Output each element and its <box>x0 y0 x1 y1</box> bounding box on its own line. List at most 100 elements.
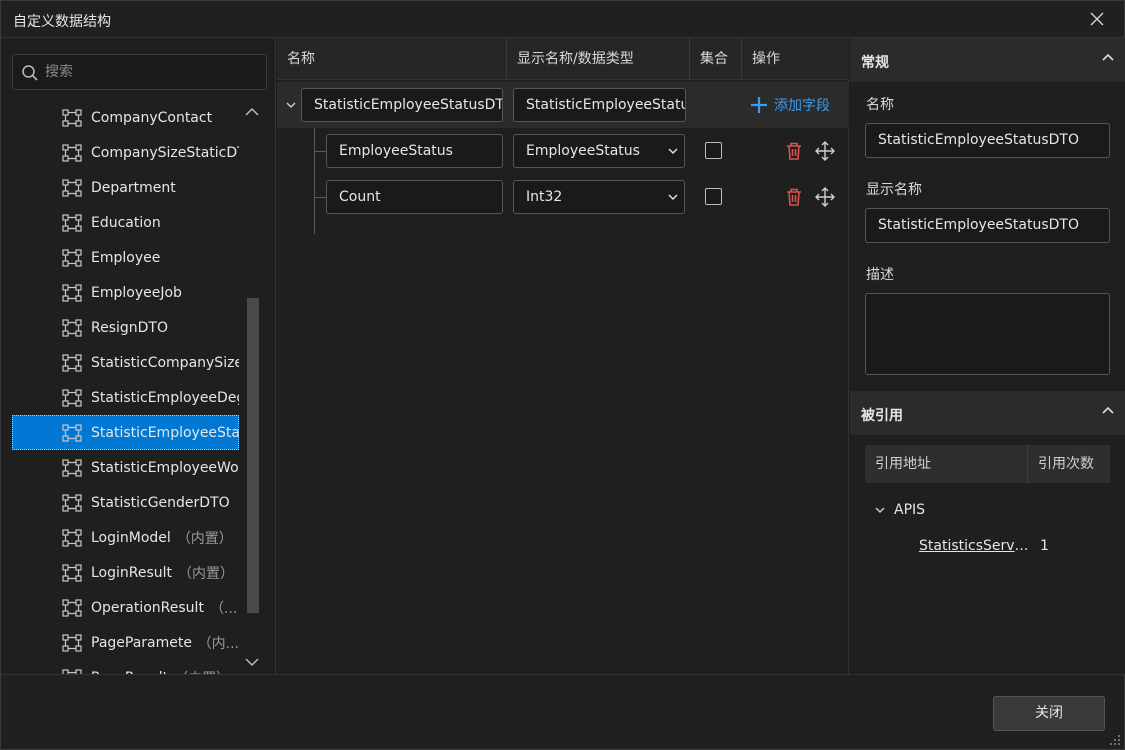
tree-connector <box>314 151 326 152</box>
tree-item[interactable]: StatisticGenderDTO <box>12 485 239 520</box>
column-header-count: 引用次数 <box>1038 456 1094 472</box>
tree-item-label: StatisticGenderDTO <box>91 494 230 511</box>
column-header-collection: 集合 <box>690 38 742 80</box>
tree-item[interactable]: Education <box>12 205 239 240</box>
add-field-button[interactable]: 添加字段 <box>750 94 830 116</box>
references-section-title: 被引用 <box>861 408 903 424</box>
data-structure-icon <box>62 493 82 512</box>
data-structure-icon <box>62 563 82 582</box>
parent-row: StatisticEmployeeStatusDTO StatisticEmpl… <box>277 82 849 128</box>
collection-checkbox[interactable] <box>705 142 722 159</box>
data-structure-icon <box>62 598 82 617</box>
tree-item[interactable]: PageParameter （内... <box>12 625 239 660</box>
search-icon <box>22 65 38 81</box>
data-structure-icon <box>62 633 82 652</box>
chevron-up-icon[interactable] <box>244 105 260 119</box>
field-type-value: EmployeeStatus <box>526 143 640 159</box>
general-section-header[interactable]: 常规 <box>850 38 1125 82</box>
data-structure-icon <box>62 423 82 442</box>
move-icon[interactable] <box>815 187 835 207</box>
close-button[interactable]: 关闭 <box>993 696 1105 731</box>
name-input[interactable]: StatisticEmployeeStatusDTO <box>865 123 1110 158</box>
resize-grip-icon[interactable] <box>1109 734 1121 746</box>
search-input[interactable] <box>45 55 260 89</box>
tree-item[interactable]: CompanyContact <box>12 100 239 135</box>
references-table-header: 引用地址 引用次数 <box>865 445 1110 483</box>
column-header-actions: 操作 <box>752 51 780 67</box>
move-icon[interactable] <box>815 141 835 161</box>
type-tree-list: CompanyContact CompanySizeStaticDTO Depart… <box>12 100 239 674</box>
tree-item[interactable]: StatisticEmployeeStatusDTO <box>12 415 239 450</box>
tree-item[interactable]: CompanySizeStaticDTO <box>12 135 239 170</box>
field-type-select[interactable]: Int32 <box>513 180 685 214</box>
parent-name-input[interactable]: StatisticEmployeeStatusDTO <box>301 88 503 122</box>
field-type-select[interactable]: EmployeeStatus <box>513 134 685 168</box>
tree-item-label: CompanySizeStaticDTO <box>91 144 239 161</box>
close-icon[interactable] <box>1088 10 1106 28</box>
chevron-down-icon[interactable] <box>285 99 297 111</box>
display-name-input[interactable]: StatisticEmployeeStatusDTO <box>865 208 1110 243</box>
trash-icon[interactable] <box>785 187 803 207</box>
tree-item[interactable]: EmployeeJob <box>12 275 239 310</box>
chevron-down-icon <box>668 194 678 201</box>
field-type-value: Int32 <box>526 189 563 205</box>
tree-item-label: StatisticCompanySizeDTO <box>91 354 239 371</box>
data-structure-icon <box>62 318 82 337</box>
reference-address-link[interactable]: StatisticsService.GetEmployeeStatus <box>919 538 1029 554</box>
add-field-label: 添加字段 <box>774 98 830 114</box>
tree-item[interactable]: LoginModel （内置） <box>12 520 239 555</box>
column-header-name: 名称 <box>277 38 507 80</box>
data-structure-icon <box>62 108 82 127</box>
chevron-up-icon[interactable] <box>1101 52 1115 62</box>
tree-connector <box>314 128 315 234</box>
chevron-down-icon[interactable] <box>244 655 260 669</box>
tree-item-label: Department <box>91 179 176 196</box>
tree-item-label: OperationResult <box>91 599 204 616</box>
data-structure-icon <box>62 248 82 267</box>
tree-item[interactable]: Department <box>12 170 239 205</box>
tree-item[interactable]: LoginResult （内置） <box>12 555 239 590</box>
tree-item-label: Employee <box>91 249 161 266</box>
dialog-footer: 关闭 <box>1 674 1124 749</box>
chevron-down-icon <box>875 507 885 514</box>
data-structure-icon <box>62 458 82 477</box>
tree-item[interactable]: StatisticCompanySizeDTO <box>12 345 239 380</box>
field-name-input[interactable]: Count <box>326 180 503 214</box>
data-structure-icon <box>62 178 82 197</box>
field-editor-panel: 名称 显示名称/数据类型 集合 操作 StatisticEmployeeStat… <box>277 38 849 674</box>
column-header-display-type: 显示名称/数据类型 <box>507 38 690 80</box>
tree-item[interactable]: OperationResult （... <box>12 590 239 625</box>
scrollbar-thumb[interactable] <box>247 298 259 613</box>
data-structure-icon <box>62 213 82 232</box>
tree-item-label: ResignDTO <box>91 319 169 336</box>
tree-item-label: Education <box>91 214 161 231</box>
tree-item[interactable]: StatisticEmployeeWorkDTO <box>12 450 239 485</box>
tree-item[interactable]: PageResult（内置） <box>12 660 239 674</box>
tree-item[interactable]: StatisticEmployeeDegreeDTO <box>12 380 239 415</box>
reference-group[interactable]: APIS <box>874 502 925 518</box>
data-structure-icon <box>62 353 82 372</box>
tree-item[interactable]: ResignDTO <box>12 310 239 345</box>
tree-item-suffix: （... <box>209 600 238 617</box>
tree-item[interactable]: Employee <box>12 240 239 275</box>
title-bar: 自定义数据结构 <box>1 1 1124 38</box>
general-section-title: 常规 <box>861 55 889 71</box>
name-label: 名称 <box>866 97 894 113</box>
chevron-up-icon[interactable] <box>1101 405 1115 415</box>
tree-item-label: EmployeeJob <box>91 284 182 301</box>
references-section-header[interactable]: 被引用 <box>850 391 1125 435</box>
trash-icon[interactable] <box>785 141 803 161</box>
tree-item-label: PageParameter <box>91 634 192 651</box>
tree-item-label: StatisticEmployeeDegreeDTO <box>91 389 239 406</box>
tree-item-suffix: （内置） <box>176 530 233 547</box>
description-textarea[interactable] <box>865 293 1110 375</box>
parent-display-input[interactable]: StatisticEmployeeStatusDTO <box>513 88 686 122</box>
properties-panel: 常规 名称 StatisticEmployeeStatusDTO 显示名称 St… <box>850 38 1125 674</box>
tree-item-label: StatisticEmployeeStatusDTO <box>91 424 239 441</box>
column-header-address: 引用地址 <box>865 445 1028 483</box>
collection-checkbox[interactable] <box>705 188 722 205</box>
tree-item-suffix: （内置） <box>178 565 235 582</box>
description-label: 描述 <box>866 267 894 283</box>
tree-item-label: StatisticEmployeeWorkDTO <box>91 459 239 476</box>
field-name-input[interactable]: EmployeeStatus <box>326 134 503 168</box>
